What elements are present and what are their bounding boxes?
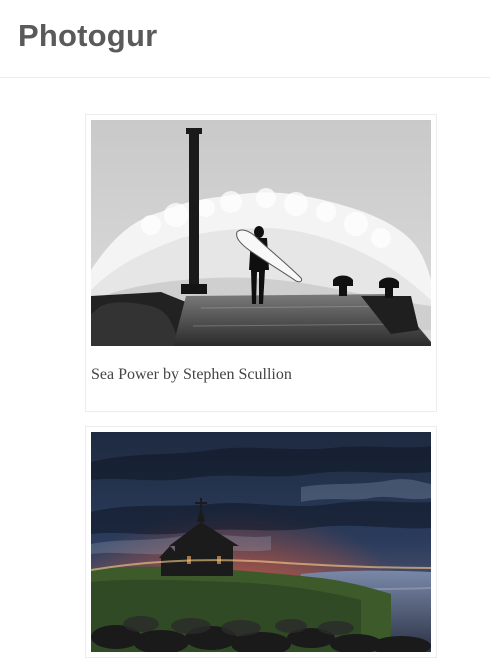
surfer-pier-photo[interactable] bbox=[91, 120, 431, 346]
church-sunset-photo[interactable] bbox=[91, 432, 431, 652]
photo-card: Sea Power by Stephen Scullion bbox=[85, 114, 437, 412]
photo-card bbox=[85, 426, 437, 658]
photo-caption: Sea Power by Stephen Scullion bbox=[91, 366, 292, 383]
site-logo-link[interactable]: Photogur bbox=[18, 18, 157, 54]
site-header: Photogur bbox=[0, 0, 490, 78]
photo-feed: Sea Power by Stephen Scullion bbox=[85, 114, 437, 672]
